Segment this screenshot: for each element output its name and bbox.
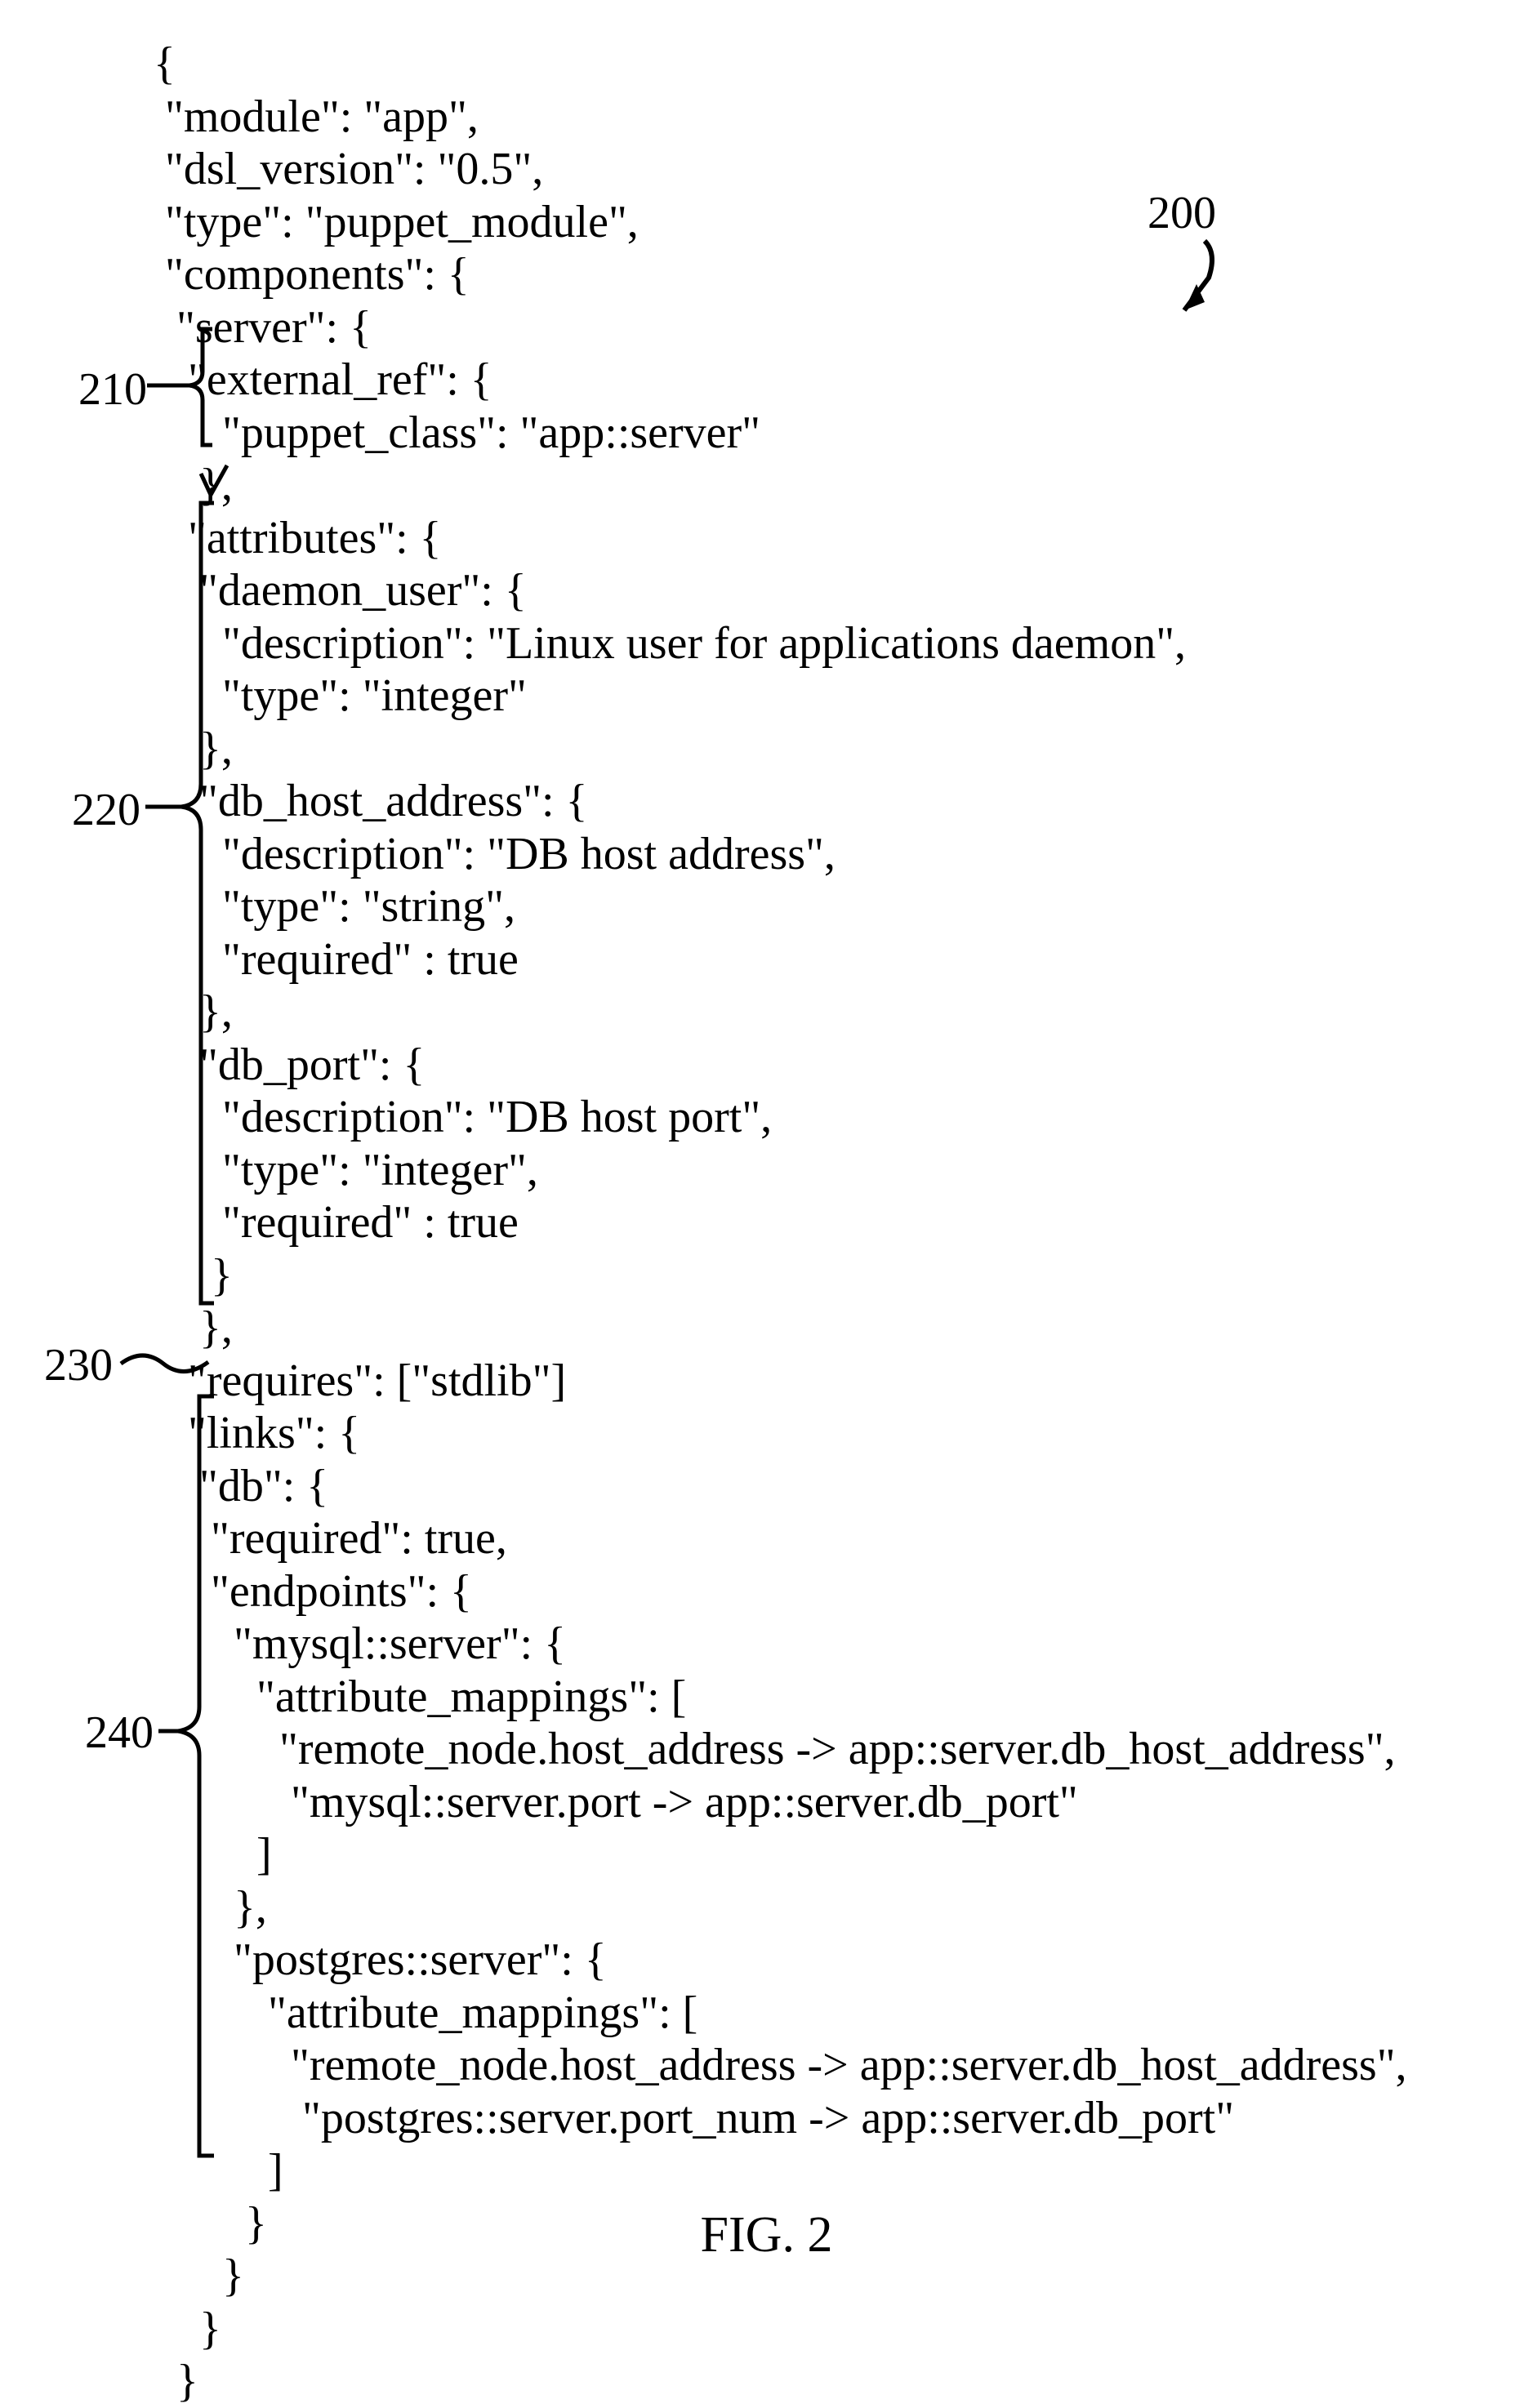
checkmark-icon [201,465,227,495]
bracket-220-icon [145,503,214,1303]
bracket-210-icon [147,329,212,445]
arrow-200-icon [1184,241,1212,310]
annotation-overlay [0,0,1533,2284]
bracket-240-icon [158,1396,214,2156]
leader-230-icon [121,1355,208,1372]
